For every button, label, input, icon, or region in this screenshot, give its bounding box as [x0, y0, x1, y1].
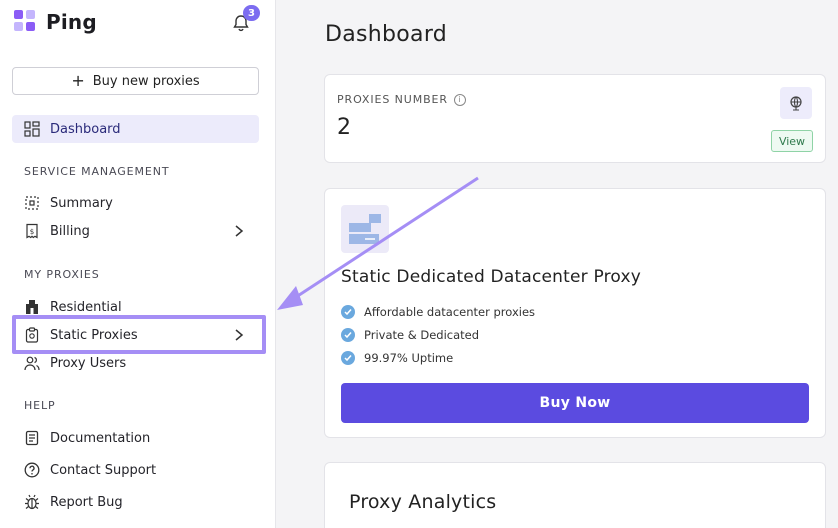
annotation-arrow-icon — [277, 176, 479, 310]
